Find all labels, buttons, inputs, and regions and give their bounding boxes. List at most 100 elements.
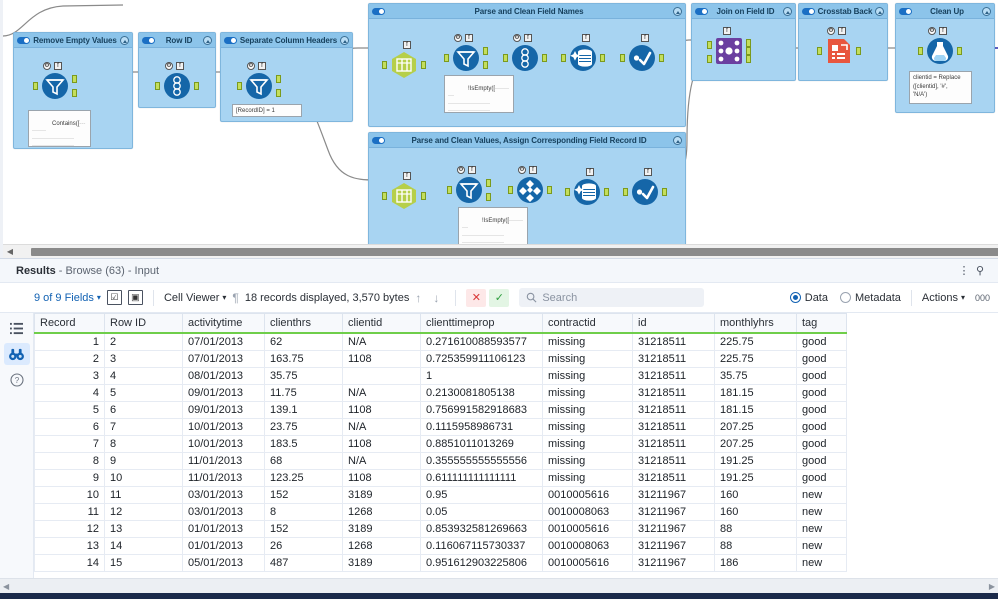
table-cell-contractid[interactable]: missing — [542, 367, 633, 385]
table-cell-clienttimeprop[interactable]: 0.951612903225806 — [420, 554, 543, 572]
container-header[interactable]: Row ID — [139, 33, 215, 48]
table-cell-activitytime[interactable]: 01/01/2013 — [182, 520, 265, 538]
table-cell-row-id[interactable]: 15 — [104, 554, 183, 572]
scroll-track[interactable] — [17, 245, 998, 259]
output-anchor[interactable] — [421, 61, 426, 69]
table-cell-clientid[interactable]: 1108 — [342, 469, 421, 487]
container-parse-clean-field-names[interactable]: Parse and Clean Field Names f ⚙ f !IsEmp… — [368, 3, 686, 127]
table-cell-monthlyhrs[interactable]: 225.75 — [714, 350, 797, 368]
table-cell-row-id[interactable]: 11 — [104, 486, 183, 504]
table-cell-monthlyhrs[interactable]: 207.25 — [714, 418, 797, 436]
container-crosstab-back[interactable]: Crosstab Back ⚙ f — [798, 3, 888, 81]
help-icon[interactable]: ? — [4, 369, 30, 391]
table-cell-activitytime[interactable]: 10/01/2013 — [182, 435, 265, 453]
container-header[interactable]: Parse and Clean Field Names — [369, 4, 685, 19]
table-cell-activitytime[interactable]: 07/01/2013 — [182, 332, 265, 351]
table-cell-tag[interactable]: good — [796, 452, 847, 470]
table-scroll-right-arrow[interactable]: ▶ — [989, 582, 995, 591]
input-anchor[interactable] — [817, 47, 822, 55]
table-cell-activitytime[interactable]: 03/01/2013 — [182, 503, 265, 521]
table-cell-row-id[interactable]: 5 — [104, 384, 183, 402]
table-cell-clientid[interactable]: 1268 — [342, 503, 421, 521]
table-cell-activitytime[interactable]: 11/01/2013 — [182, 469, 265, 487]
table-cell-clienthrs[interactable]: 123.25 — [264, 469, 343, 487]
table-cell-row-id[interactable]: 2 — [104, 332, 183, 351]
table-cell-clienthrs[interactable]: 11.75 — [264, 384, 343, 402]
column-header-record[interactable]: Record — [34, 313, 105, 334]
table-cell-clientid[interactable]: 3189 — [342, 554, 421, 572]
table-cell-activitytime[interactable]: 09/01/2013 — [182, 384, 265, 402]
canvas-horizontal-scrollbar[interactable]: ◀ ▶ — [3, 244, 998, 258]
table-cell-record[interactable]: 10 — [34, 486, 105, 504]
table-cell-id[interactable]: 31211967 — [632, 486, 715, 504]
table-cell-id[interactable]: 31211967 — [632, 554, 715, 572]
table-cell-clienthrs[interactable]: 139.1 — [264, 401, 343, 419]
collapse-icon[interactable] — [875, 6, 884, 16]
container-join-on-field-id[interactable]: Join on Field ID f — [691, 3, 796, 81]
output-anchor[interactable] — [856, 47, 861, 55]
results-table-wrapper[interactable]: Record Row ID activitytime clienthrs clienti… — [34, 313, 998, 578]
tool-record-id[interactable]: ⚙ f — [155, 62, 199, 101]
table-cell-contractid[interactable]: missing — [542, 435, 633, 453]
table-cell-row-id[interactable]: 14 — [104, 537, 183, 555]
table-row[interactable]: 3 4 08/01/2013 35.75 1 missing 31218511 35.75 go… — [34, 367, 847, 385]
right-input-anchor[interactable] — [707, 55, 712, 63]
table-cell-monthlyhrs[interactable]: 191.25 — [714, 452, 797, 470]
table-cell-clienthrs[interactable]: 23.75 — [264, 418, 343, 436]
left-input-anchor[interactable] — [707, 41, 712, 49]
table-cell-contractid[interactable]: missing — [542, 418, 633, 436]
table-cell-clientid[interactable]: 3189 — [342, 486, 421, 504]
table-cell-row-id[interactable]: 13 — [104, 520, 183, 538]
table-cell-clientid[interactable]: N/A — [342, 384, 421, 402]
column-header-tag[interactable]: tag — [796, 313, 847, 334]
table-cell-id[interactable]: 31218511 — [632, 367, 715, 385]
select-all-fields-button[interactable]: ☑ — [106, 290, 122, 305]
table-cell-contractid[interactable]: missing — [542, 350, 633, 368]
table-cell-tag[interactable]: new — [796, 520, 847, 538]
container-header[interactable]: Separate Column Headers — [221, 33, 352, 48]
column-header-activitytime[interactable]: activitytime — [182, 313, 265, 334]
table-cell-activitytime[interactable]: 01/01/2013 — [182, 537, 265, 555]
table-row[interactable]: 7 8 10/01/2013 183.5 1108 0.8851011013269 miss… — [34, 435, 847, 453]
pilcrow-icon[interactable]: ¶ — [232, 291, 238, 305]
workflow-canvas[interactable]: Remove Empty Values ⚙ f Contains([------… — [0, 0, 998, 258]
collapse-icon[interactable] — [982, 6, 991, 16]
more-options-icon[interactable]: ⋮ — [956, 263, 972, 279]
list-icon[interactable] — [4, 317, 30, 339]
table-cell-clienttimeprop[interactable]: 0.756991582918683 — [420, 401, 543, 419]
table-cell-activitytime[interactable]: 09/01/2013 — [182, 401, 265, 419]
table-cell-clienthrs[interactable]: 163.75 — [264, 350, 343, 368]
output-anchor[interactable] — [421, 192, 426, 200]
tool-filter[interactable]: ⚙ f — [33, 62, 77, 101]
output-anchor[interactable] — [600, 54, 605, 62]
table-row[interactable]: 5 6 09/01/2013 139.1 1108 0.756991582918683 mi… — [34, 401, 847, 419]
false-output-anchor[interactable] — [276, 89, 281, 97]
metadata-radio[interactable]: Metadata — [840, 292, 901, 304]
input-anchor[interactable] — [623, 188, 628, 196]
table-scroll-left-arrow[interactable]: ◀ — [3, 582, 9, 591]
table-cell-monthlyhrs[interactable]: 225.75 — [714, 332, 797, 351]
table-cell-clientid[interactable]: N/A — [342, 452, 421, 470]
table-cell-activitytime[interactable]: 07/01/2013 — [182, 350, 265, 368]
table-cell-record[interactable]: 2 — [34, 350, 105, 368]
input-anchor[interactable] — [447, 186, 452, 194]
table-cell-clienttimeprop[interactable]: 1 — [420, 367, 543, 385]
collapse-icon[interactable] — [673, 135, 682, 145]
collapse-icon[interactable] — [203, 35, 212, 45]
table-cell-tag[interactable]: new — [796, 486, 847, 504]
table-cell-contractid[interactable]: 0010008063 — [542, 503, 633, 521]
tool-record-id[interactable]: ⚙ f — [503, 34, 547, 73]
container-toggle[interactable] — [372, 136, 385, 144]
tool-dynamic-rename[interactable]: f — [620, 34, 664, 73]
column-header-contractid[interactable]: contractid — [542, 313, 633, 334]
table-horizontal-scrollbar[interactable]: ◀ ▶ — [0, 578, 998, 593]
search-input[interactable]: Search — [519, 288, 705, 307]
table-row[interactable]: 1 2 07/01/2013 62 N/A 0.271610088593577 missin… — [34, 332, 847, 351]
table-cell-id[interactable]: 31218511 — [632, 350, 715, 368]
table-cell-clientid[interactable]: N/A — [342, 418, 421, 436]
false-output-anchor[interactable] — [486, 193, 491, 201]
table-row[interactable]: 4 5 09/01/2013 11.75 N/A 0.2130081805138 missi… — [34, 384, 847, 402]
output-anchor[interactable] — [957, 47, 962, 55]
tool-text-to-columns[interactable]: f — [382, 172, 426, 211]
container-toggle[interactable] — [695, 7, 708, 15]
